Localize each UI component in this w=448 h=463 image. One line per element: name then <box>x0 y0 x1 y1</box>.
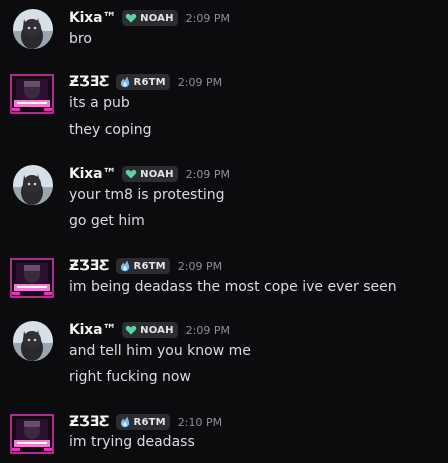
clan-tag[interactable]: R6TM <box>115 74 170 90</box>
tag-label: NOAH <box>140 324 174 336</box>
username[interactable]: ƵƷƎƸ <box>69 74 110 90</box>
timestamp[interactable]: 2:09 PM <box>178 76 222 89</box>
clan-tag[interactable]: NOAH <box>122 166 178 182</box>
flame-icon <box>120 260 129 272</box>
message-text: they coping <box>69 122 152 138</box>
tag-label: NOAH <box>140 168 174 180</box>
clan-tag[interactable]: R6TM <box>115 414 170 430</box>
avatar[interactable] <box>9 256 55 300</box>
message-text: right fucking now <box>69 369 191 385</box>
tag-label: R6TM <box>133 416 166 428</box>
timestamp[interactable]: 2:10 PM <box>178 416 222 429</box>
heart-icon <box>125 13 137 23</box>
heart-icon <box>125 169 137 179</box>
message-text: and tell him you know me <box>69 343 251 359</box>
avatar[interactable] <box>9 412 55 456</box>
message-text: go get him <box>69 213 145 229</box>
avatar[interactable] <box>13 9 53 49</box>
tag-label: R6TM <box>133 76 166 88</box>
heart-icon <box>125 325 137 335</box>
tag-label: NOAH <box>140 12 174 24</box>
message-text: im trying deadass <box>69 434 195 450</box>
username[interactable]: ƵƷƎƸ <box>69 258 110 274</box>
chat-message-list: Kixa™ NOAH 2:09 PM bro ƵƷƎƸ R6TM 2:09 PM… <box>0 0 448 463</box>
tag-label: R6TM <box>133 260 166 272</box>
username[interactable]: ƵƷƎƸ <box>69 414 110 430</box>
timestamp[interactable]: 2:09 PM <box>186 168 230 181</box>
clan-tag[interactable]: NOAH <box>122 10 178 26</box>
avatar[interactable] <box>9 72 55 116</box>
username[interactable]: Kixa™ <box>69 10 116 26</box>
username[interactable]: Kixa™ <box>69 166 116 182</box>
flame-icon <box>120 416 129 428</box>
username[interactable]: Kixa™ <box>69 322 116 338</box>
avatar[interactable] <box>13 321 53 361</box>
avatar[interactable] <box>13 165 53 205</box>
clan-tag[interactable]: NOAH <box>122 322 178 338</box>
flame-icon <box>120 76 129 88</box>
clan-tag[interactable]: R6TM <box>115 258 170 274</box>
message-text: its a pub <box>69 95 130 111</box>
message-text: im being deadass the most cope ive ever … <box>69 279 397 295</box>
message-text: bro <box>69 31 92 47</box>
message-text: your tm8 is protesting <box>69 187 225 203</box>
timestamp[interactable]: 2:09 PM <box>178 260 222 273</box>
timestamp[interactable]: 2:09 PM <box>186 324 230 337</box>
timestamp[interactable]: 2:09 PM <box>186 12 230 25</box>
